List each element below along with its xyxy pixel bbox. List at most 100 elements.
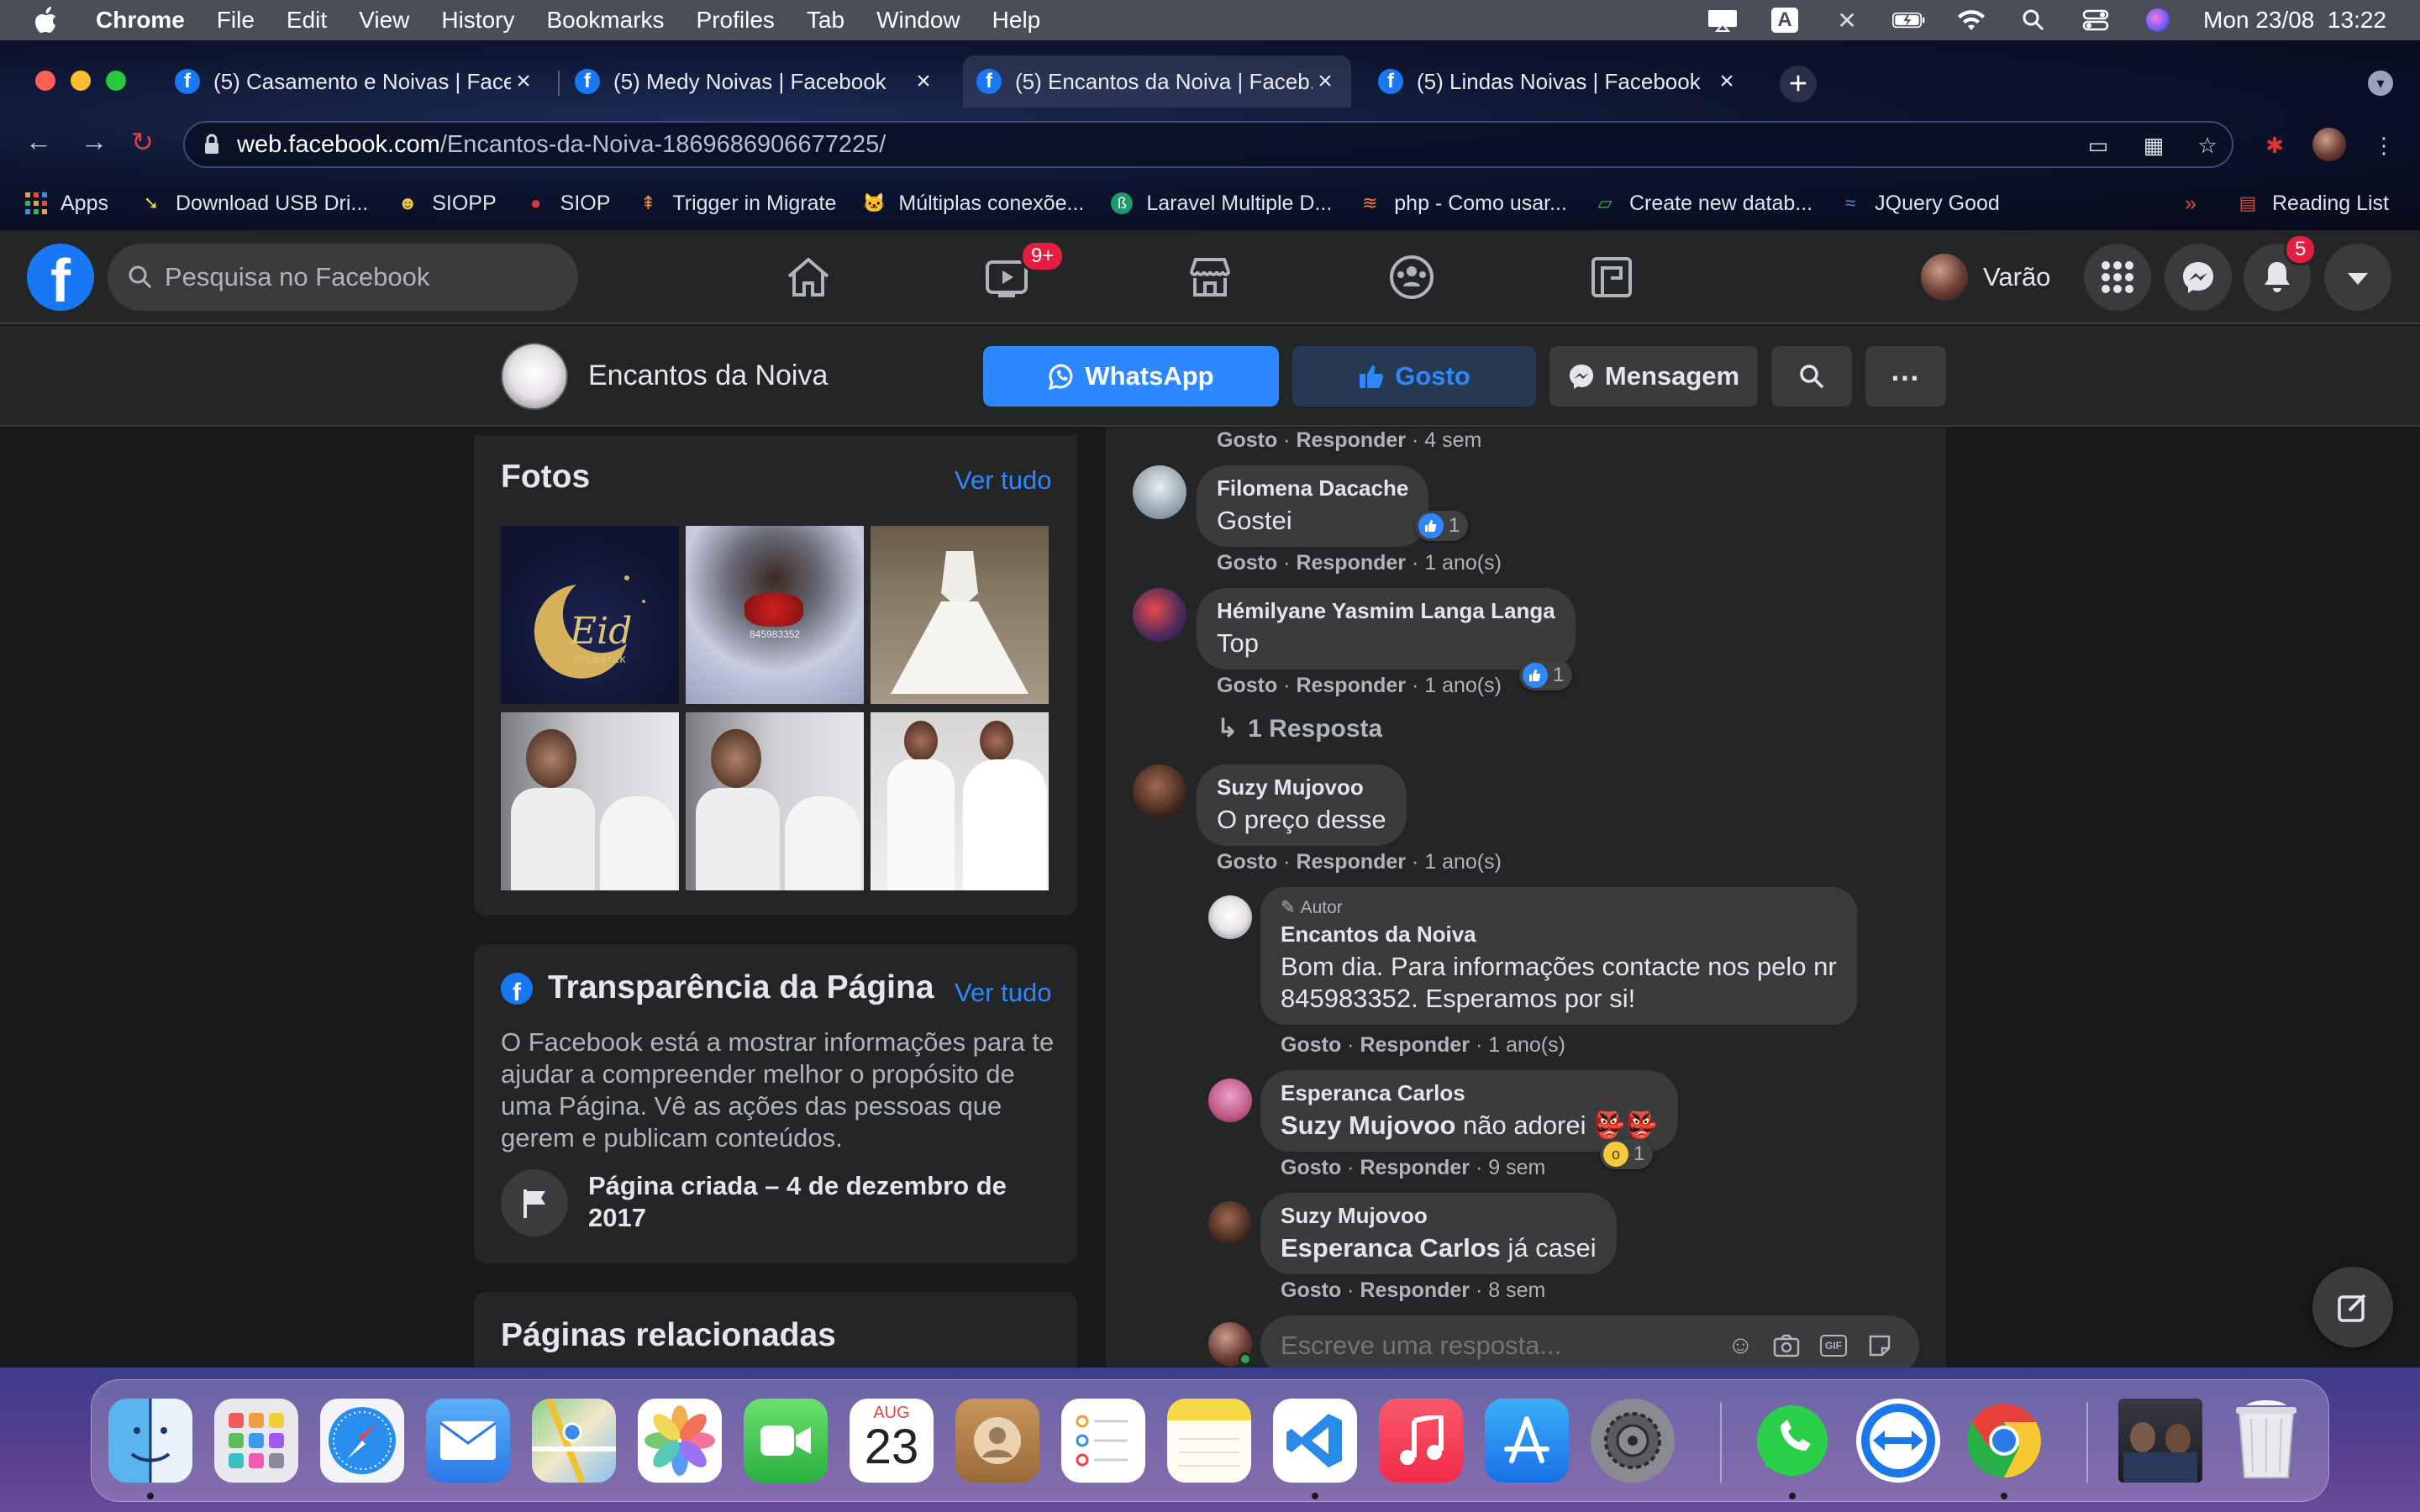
address-bar[interactable]: web.facebook.com/Encantos-da-Noiva-18696… xyxy=(183,121,2233,168)
home-nav-icon[interactable] xyxy=(785,254,832,301)
reminders-icon[interactable] xyxy=(1061,1399,1145,1483)
commenter-avatar[interactable] xyxy=(1133,465,1186,519)
messenger-button[interactable] xyxy=(2165,244,2232,311)
reply-author-avatar[interactable] xyxy=(1208,895,1252,939)
browser-tab-lindas-noivas[interactable]: f (5) Lindas Noivas | Facebook × xyxy=(1365,55,1753,108)
photo-thumbnail-ballgown[interactable] xyxy=(871,526,1049,704)
reply-comment-link[interactable]: Responder xyxy=(1296,674,1406,697)
teamviewer-icon[interactable] xyxy=(1856,1399,1940,1483)
view-replies-link[interactable]: ↳ 1 Resposta xyxy=(1217,714,1382,743)
close-window-button[interactable] xyxy=(35,71,55,91)
comment-time[interactable]: 1 ano(s) xyxy=(1488,1033,1565,1057)
notifications-button[interactable]: 5 xyxy=(2244,234,2317,311)
menu-history[interactable]: History xyxy=(441,7,514,34)
commenter-avatar[interactable] xyxy=(1133,588,1186,642)
cast-icon[interactable]: ▭ xyxy=(2086,133,2111,158)
finder-icon[interactable] xyxy=(108,1399,192,1483)
menu-bookmarks[interactable]: Bookmarks xyxy=(546,7,664,34)
menu-view[interactable]: View xyxy=(359,7,409,34)
tab-close-icon[interactable]: × xyxy=(511,67,536,96)
account-menu-button[interactable] xyxy=(2324,244,2391,311)
new-tab-button[interactable]: + xyxy=(1780,66,1817,102)
commenter-name[interactable]: Filomena Dacache xyxy=(1217,475,1408,501)
browser-tab-encantos-da-noiva[interactable]: f (5) Encantos da Noiva | Faceb... × xyxy=(963,55,1351,108)
siri-icon[interactable] xyxy=(2141,8,2175,33)
recent-video-thumbnail[interactable] xyxy=(2118,1399,2202,1483)
launchpad-icon[interactable] xyxy=(214,1399,298,1483)
search-input[interactable] xyxy=(165,262,560,292)
comment-reactions[interactable]: 1 xyxy=(1519,660,1573,690)
forward-arrow-icon[interactable]: → xyxy=(81,126,108,157)
comment-reactions[interactable]: 1 xyxy=(1415,511,1469,541)
trash-icon[interactable] xyxy=(2224,1399,2308,1483)
menu-help[interactable]: Help xyxy=(992,7,1041,34)
menu-tab[interactable]: Tab xyxy=(807,7,844,34)
bluetooth-off-icon[interactable]: ✕ xyxy=(1830,8,1864,34)
app-store-icon[interactable] xyxy=(1485,1399,1569,1483)
menu-file[interactable]: File xyxy=(217,7,255,34)
back-arrow-icon[interactable]: ← xyxy=(25,126,52,157)
photo-thumbnail-eid[interactable]: Eid mubarak xyxy=(501,526,679,704)
commenter-name[interactable]: Encantos da Noiva xyxy=(1281,921,1837,948)
facetime-icon[interactable] xyxy=(744,1399,828,1483)
bookmark-jquery-good[interactable]: ≈ JQuery Good xyxy=(1838,191,2000,216)
reply-author-avatar[interactable] xyxy=(1208,1079,1252,1122)
menu-window[interactable]: Window xyxy=(876,7,960,34)
reply-comment-link[interactable]: Responder xyxy=(1360,1278,1470,1302)
camera-icon[interactable] xyxy=(1773,1334,1800,1357)
extension-puzzle-icon[interactable]: ✱ xyxy=(2262,133,2287,158)
reading-list-button[interactable]: ▤ Reading List xyxy=(2235,191,2389,216)
bookmark-trigger-migrate[interactable]: ⇞ Trigger in Migrate xyxy=(635,191,836,216)
menubar-clock[interactable]: Mon 23/08 13:22 xyxy=(2203,7,2386,34)
transparency-see-all-link[interactable]: Ver tudo xyxy=(955,978,1051,1008)
minimize-window-button[interactable] xyxy=(71,71,91,91)
reply-input[interactable] xyxy=(1281,1331,1718,1361)
groups-nav-icon[interactable] xyxy=(1388,254,1435,301)
vscode-icon[interactable] xyxy=(1273,1399,1357,1483)
reply-author-avatar[interactable] xyxy=(1208,1201,1252,1245)
like-comment-link[interactable]: Gosto xyxy=(1281,1278,1341,1302)
reply-reactions[interactable]: o 1 xyxy=(1600,1139,1654,1169)
bookmark-star-icon[interactable]: ☆ xyxy=(2195,133,2220,158)
facebook-search-box[interactable] xyxy=(108,244,578,311)
maps-icon[interactable] xyxy=(532,1399,616,1483)
apple-menu-icon[interactable] xyxy=(34,7,67,34)
zoom-window-button[interactable] xyxy=(106,71,126,91)
control-center-icon[interactable] xyxy=(2079,8,2112,33)
bookmark-siopp[interactable]: ☻ SIOPP xyxy=(395,191,497,216)
comment-time[interactable]: 8 sem xyxy=(1488,1278,1545,1302)
comment-time[interactable]: 4 sem xyxy=(1424,428,1481,452)
mention-link[interactable]: Suzy Mujovoo xyxy=(1281,1110,1455,1140)
like-comment-link[interactable]: Gosto xyxy=(1217,428,1277,452)
photo-thumbnail-bride-bouquet[interactable]: 845983352 xyxy=(686,526,864,704)
tab-search-icon[interactable]: ▾ xyxy=(2368,71,2393,96)
reply-composer[interactable]: ☺ GIF xyxy=(1260,1315,1919,1368)
menu-edit[interactable]: Edit xyxy=(287,7,327,34)
menu-chrome[interactable]: Chrome xyxy=(96,7,185,34)
new-message-button[interactable] xyxy=(2312,1267,2393,1347)
like-comment-link[interactable]: Gosto xyxy=(1281,1156,1341,1179)
tab-close-icon[interactable]: × xyxy=(1714,67,1739,96)
photo-thumbnail-bride-gown[interactable] xyxy=(871,712,1049,890)
reply-comment-link[interactable]: Responder xyxy=(1296,551,1406,575)
system-preferences-icon[interactable] xyxy=(1591,1399,1675,1483)
sticker-icon[interactable] xyxy=(1867,1333,1892,1358)
calendar-icon[interactable]: AUG 23 xyxy=(850,1399,934,1483)
page-more-button[interactable]: … xyxy=(1865,346,1946,407)
notes-icon[interactable] xyxy=(1167,1399,1251,1483)
bookmark-apps[interactable]: Apps xyxy=(24,191,108,216)
photo-thumbnail-bride-lace-1[interactable] xyxy=(501,712,679,890)
reload-icon[interactable]: ↻ xyxy=(131,126,154,158)
page-name[interactable]: Encantos da Noiva xyxy=(588,360,828,392)
gif-icon[interactable]: GIF xyxy=(1820,1335,1847,1357)
whatsapp-button[interactable]: WhatsApp xyxy=(983,346,1279,407)
reply-comment-link[interactable]: Responder xyxy=(1296,850,1406,874)
reply-comment-link[interactable]: Responder xyxy=(1360,1033,1470,1057)
contacts-icon[interactable] xyxy=(955,1399,1039,1483)
lock-icon[interactable] xyxy=(203,134,220,155)
safari-icon[interactable] xyxy=(320,1399,404,1483)
marketplace-nav-icon[interactable] xyxy=(1186,254,1234,301)
bookmark-laravel-multiple[interactable]: ß Laravel Multiple D... xyxy=(1109,191,1332,216)
chrome-profile-avatar[interactable] xyxy=(2312,128,2346,161)
qr-code-icon[interactable]: ▦ xyxy=(2141,133,2166,158)
